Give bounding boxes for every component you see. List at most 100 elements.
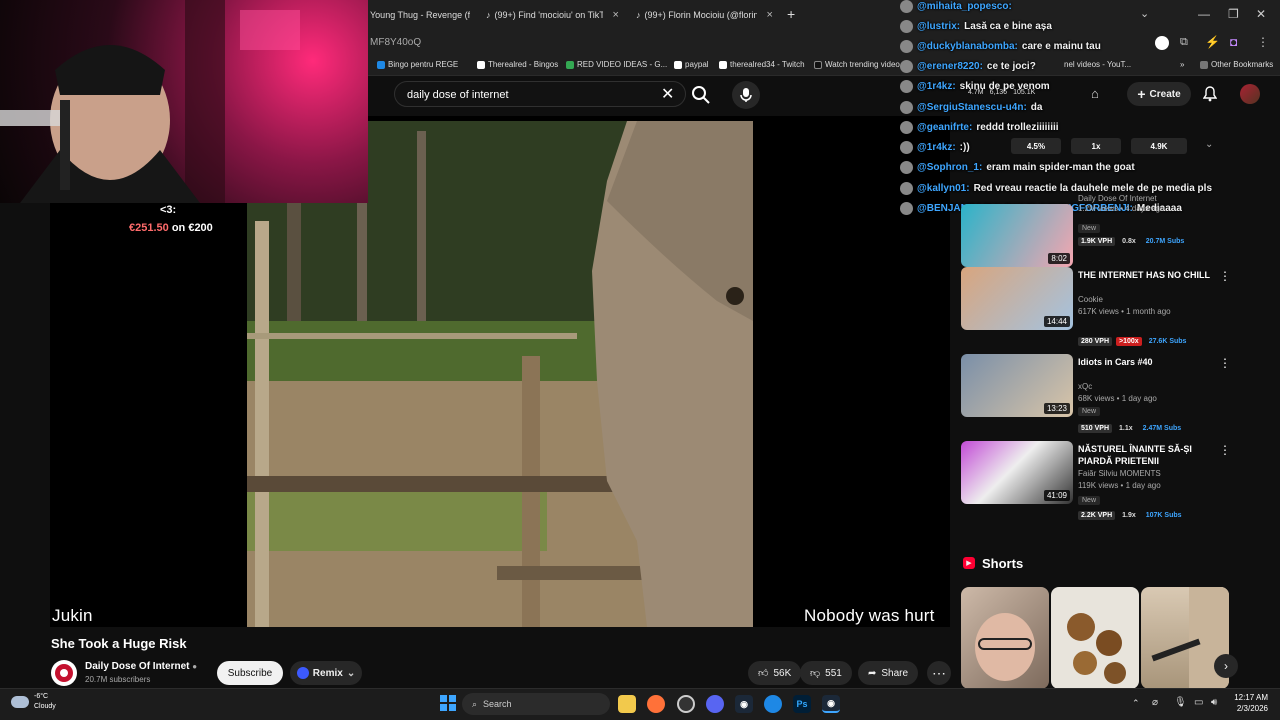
video-thumbnail[interactable]: 14:44 [961,267,1073,330]
address-bar[interactable]: MF8Y40oQ [370,37,421,48]
photoshop-icon[interactable]: Ps [793,695,811,713]
new-tab-button[interactable]: + [787,6,795,22]
clear-search-icon[interactable]: ✕ [661,84,674,104]
video-thumbnail[interactable]: 41:09 [961,441,1073,504]
recommended-video[interactable]: 13:23 Idiots in Cars #40 xQc 68K views • 1 … [961,354,1251,433]
chat-message: @SergiuStanescu-u4n: da [900,97,1042,117]
chat-username[interactable]: @SergiuStanescu-u4n: [917,102,1027,113]
mic-icon [740,88,752,102]
monitor-icon[interactable]: ▭ [1194,697,1203,708]
subscribe-button[interactable]: Subscribe [217,661,283,685]
tab-label: (99+) Florin Mocioiu (@florinm [644,10,757,20]
more-actions-button[interactable]: ⋯ [927,661,951,685]
chat-username[interactable]: @1r4kz: [917,142,956,153]
chat-username[interactable]: @mihaita_popesco: [917,1,1012,12]
browser-tab[interactable]: ♪ (99+) Find 'mocioiu' on TikTok | × [486,4,626,26]
video-title[interactable]: Idiots in Cars #40 [1078,356,1218,368]
bookmark-item[interactable]: Therealred - Bingos [477,60,558,69]
chevron-right-icon[interactable]: › [1214,654,1238,678]
subs-badge: 2.47M Subs [1142,425,1182,432]
settings-icon[interactable] [677,695,695,713]
short-thumbnail[interactable] [1051,587,1139,689]
chat-username[interactable]: @duckyblanabomba: [917,41,1018,52]
taskbar-search[interactable]: ⌕ Search [462,693,610,715]
steam-active-icon[interactable]: ◉ [822,695,840,713]
more-options-icon[interactable]: ⋮ [1219,269,1231,283]
vph-badge: 280 VPH [1078,337,1113,346]
chat-avatar-icon [900,100,913,114]
dislike-button[interactable]: 👎︎ 551 [800,661,852,685]
overlay-stats: 4.7M 6,136 105.1K [968,89,1036,96]
bookmark-item[interactable]: Bingo pentru REGE [377,60,458,69]
shorts-icon: ▶ [963,557,975,569]
more-options-icon[interactable]: ⋮ [1219,443,1231,457]
chat-username[interactable]: @geanifrte: [917,122,972,133]
volume-icon[interactable]: 🔊︎ [1211,697,1217,708]
chat-message: @erener8220: ce te joci? [900,56,1036,76]
short-thumbnail[interactable] [961,587,1049,689]
chat-username[interactable]: @kallyn01: [917,183,970,194]
bookmark-icon [814,60,822,69]
video-duration: 8:02 [1048,253,1070,264]
voice-search-button[interactable] [732,81,760,109]
channel-name[interactable]: Cookie [1078,295,1103,304]
chat-avatar-icon [900,39,913,53]
chat-text: da [1030,101,1043,113]
video-thumbnail[interactable]: 13:23 [961,354,1073,417]
taskbar [0,688,1280,720]
close-tab-icon[interactable]: × [613,9,619,21]
clock[interactable]: 12:17 AM 2/3/2026 [1230,692,1268,714]
weather-widget[interactable]: -6°C Cloudy [34,692,56,712]
tab-label: (99+) Find 'mocioiu' on TikTok | [494,10,603,20]
recommended-video[interactable]: 41:09 NĂSTUREL ÎNAINTE SĂ-ȘI PIARDĂ PRIET… [961,441,1251,520]
caption-left: Jukin [52,606,93,625]
chat-username[interactable]: @1r4kz: [917,81,956,92]
like-button[interactable]: 👍︎ 56K [748,661,802,685]
video-title[interactable]: NĂSTUREL ÎNAINTE SĂ-ȘI PIARDĂ PRIETENII [1078,443,1218,467]
chat-avatar-icon [900,140,913,154]
file-explorer-icon[interactable] [618,695,636,713]
chat-username[interactable]: @lustrix: [917,21,960,32]
recommended-video[interactable]: 8:02 Daily Dose Of Internet 1.2M views • 4… [961,194,1251,269]
close-tab-icon[interactable]: × [767,9,773,21]
chat-avatar-icon [900,79,913,93]
multiplier-badge: 1.1x [1119,425,1133,432]
discord-icon[interactable] [706,695,724,713]
chat-username[interactable]: @erener8220: [917,61,983,72]
channel-name[interactable]: Daily Dose Of Internet [1078,194,1157,203]
bookmark-icon [566,60,574,69]
remix-icon [296,667,309,679]
search-input[interactable]: daily dose of internet [394,81,686,107]
windows-start-icon[interactable] [440,695,456,711]
bookmark-item[interactable]: paypal [674,60,709,69]
edge-icon[interactable] [764,695,782,713]
firefox-icon[interactable] [647,695,665,713]
mic-tray-icon[interactable]: 🎙︎ [1174,697,1187,708]
video-meta: 1.2M views • 4 days ago [1078,204,1165,213]
subs-badge: 107K Subs [1145,512,1182,519]
video-title[interactable]: THE INTERNET HAS NO CHILL [1078,269,1218,281]
channel-name[interactable]: Faiăr Silviu MOMENTS [1078,469,1161,478]
browser-tab[interactable]: ♪ (99+) Florin Mocioiu (@florinm × [636,4,784,26]
steam-icon[interactable]: ◉ [735,695,753,713]
share-button[interactable]: ➦ Share [858,661,919,685]
bookmark-item[interactable]: RED VIDEO IDEAS - G... [566,60,667,69]
channel-avatar[interactable] [51,660,77,686]
network-icon[interactable]: ⌀ [1152,697,1158,708]
tray-chevron-icon[interactable]: ⌃ [1132,698,1140,709]
shorts-heading: Shorts [982,556,1024,571]
bookmark-item[interactable]: Watch trending video [814,60,900,69]
channel-name[interactable]: xQc [1078,382,1092,391]
expand-icon[interactable]: ⌄ [1205,139,1213,150]
more-options-icon[interactable]: ⋮ [1219,356,1231,370]
search-icon[interactable] [690,84,712,111]
recommended-video[interactable]: 14:44 THE INTERNET HAS NO CHILL Cookie 617K… [961,267,1251,346]
chat-username[interactable]: @Sophron_1: [917,162,982,173]
video-thumbnail[interactable]: 8:02 [961,204,1073,267]
chat-avatar-icon [900,120,913,134]
bookmark-item[interactable]: therealred34 - Twitch [719,60,805,69]
browser-tab[interactable]: Young Thug - Revenge (fea [370,4,470,26]
remix-button[interactable]: Remix ⌄ [290,661,362,685]
channel-name[interactable]: Daily Dose Of Internet ● [85,661,197,672]
chat-message: @1r4kz::)) [900,137,970,157]
